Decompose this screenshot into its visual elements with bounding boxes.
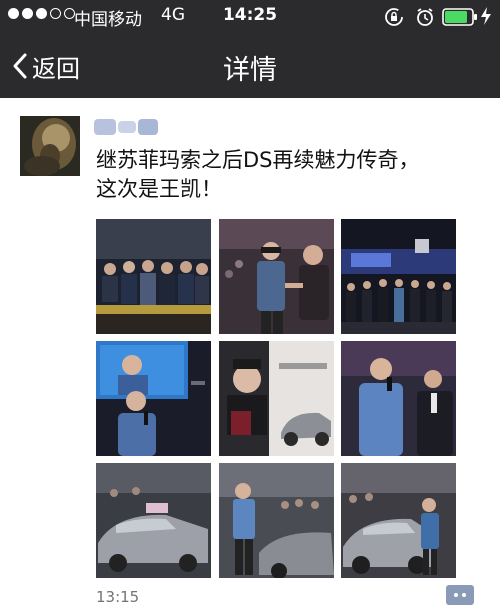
photo-4[interactable]	[96, 341, 211, 456]
status-bar: 中国移动 4G 14:25	[0, 0, 500, 32]
photo-1[interactable]	[96, 219, 211, 334]
photo-3[interactable]	[341, 219, 456, 334]
post-text-line: 继苏菲玛索之后DS再续魅力传奇，	[96, 148, 420, 172]
post-content: 继苏菲玛索之后DS再续魅力传奇， 这次是王凯！	[96, 146, 486, 204]
photo-5[interactable]	[219, 341, 334, 456]
photo-6[interactable]	[341, 341, 456, 456]
page-title: 详情	[223, 55, 277, 86]
post-time: 13:15	[96, 588, 140, 606]
comment-button[interactable]	[446, 585, 474, 605]
app-header: 中国移动 4G 14:25 返回 详情	[0, 0, 500, 98]
author-name-blurred[interactable]	[94, 117, 160, 137]
photo-9[interactable]	[341, 463, 456, 578]
rotation-lock-icon	[385, 8, 403, 26]
charging-icon	[481, 7, 491, 25]
avatar[interactable]	[20, 116, 80, 176]
photo-7[interactable]	[96, 463, 211, 578]
battery-icon	[442, 8, 477, 26]
post-text-line: 这次是王凯！	[96, 177, 222, 201]
photo-2[interactable]	[219, 219, 334, 334]
photo-8[interactable]	[219, 463, 334, 578]
alarm-icon	[417, 8, 433, 26]
navigation-bar: 返回 详情	[0, 32, 500, 98]
